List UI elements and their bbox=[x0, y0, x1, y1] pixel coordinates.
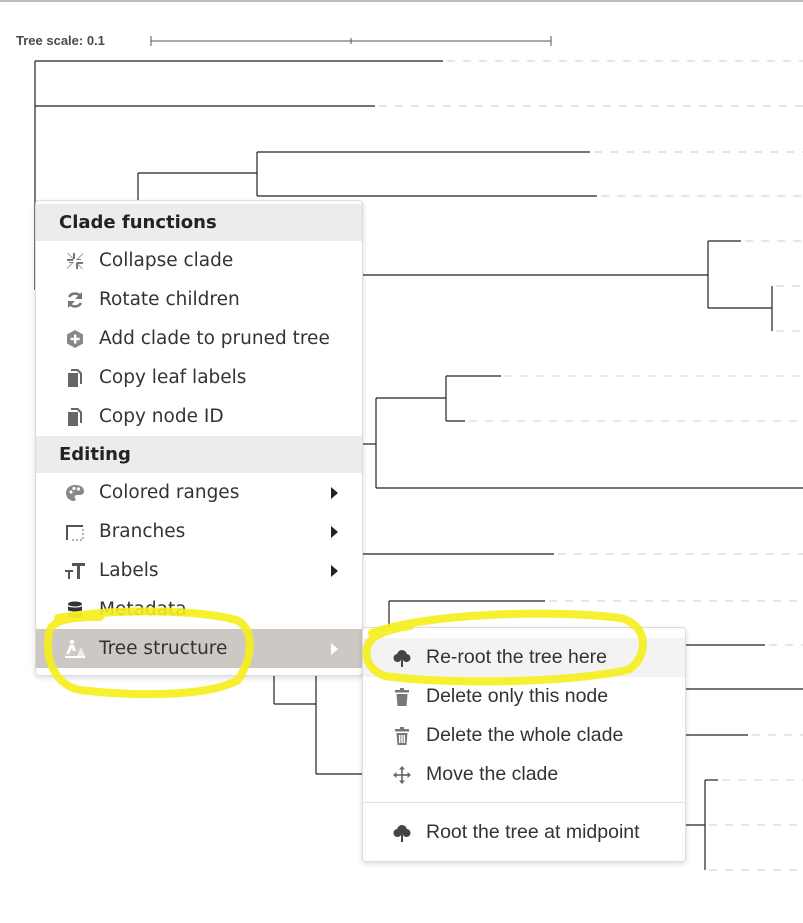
trash-icon bbox=[391, 686, 413, 708]
menu-item-rotate-children[interactable]: Rotate children bbox=[36, 280, 362, 319]
menu-item-label: Collapse clade bbox=[99, 250, 234, 271]
palette-icon bbox=[64, 482, 86, 504]
menu-item-label: Branches bbox=[99, 521, 186, 542]
menu-item-copy-node-id[interactable]: Copy node ID bbox=[36, 397, 362, 436]
submenu-item-move-clade[interactable]: Move the clade bbox=[363, 755, 685, 794]
menu-item-colored-ranges[interactable]: Colored ranges bbox=[36, 473, 362, 512]
rotate-icon bbox=[64, 289, 86, 311]
menu-item-label: Colored ranges bbox=[99, 482, 240, 503]
move-icon bbox=[391, 764, 413, 786]
tree-structure-submenu: Re-root the tree here Delete only this n… bbox=[362, 627, 686, 862]
submenu-item-label: Root the tree at midpoint bbox=[426, 821, 640, 843]
menu-item-collapse-clade[interactable]: Collapse clade bbox=[36, 241, 362, 280]
menu-header-editing: Editing bbox=[36, 436, 362, 473]
collapse-icon bbox=[64, 250, 86, 272]
menu-item-copy-leaf-labels[interactable]: Copy leaf labels bbox=[36, 358, 362, 397]
menu-item-branches[interactable]: Branches bbox=[36, 512, 362, 551]
tree-icon bbox=[391, 822, 413, 844]
submenu-item-label: Move the clade bbox=[426, 763, 559, 785]
menu-header-clade-functions: Clade functions bbox=[36, 204, 362, 241]
submenu-item-delete-clade[interactable]: Delete the whole clade bbox=[363, 716, 685, 755]
menu-item-labels[interactable]: Labels bbox=[36, 551, 362, 590]
menu-item-label: Tree structure bbox=[99, 638, 228, 659]
menu-item-tree-structure[interactable]: Tree structure bbox=[36, 629, 362, 668]
submenu-item-label: Delete the whole clade bbox=[426, 724, 624, 746]
trash-full-icon bbox=[391, 725, 413, 747]
submenu-item-root-at-midpoint[interactable]: Root the tree at midpoint bbox=[363, 813, 685, 852]
submenu-divider bbox=[363, 802, 685, 803]
submenu-item-label: Re-root the tree here bbox=[426, 646, 608, 668]
context-menu: Clade functions Collapse clade Rotate ch… bbox=[35, 200, 363, 676]
menu-item-metadata[interactable]: Metadata bbox=[36, 590, 362, 629]
branches-icon bbox=[64, 521, 86, 543]
copy-icon bbox=[64, 406, 86, 428]
submenu-item-label: Delete only this node bbox=[426, 685, 609, 707]
submenu-arrow-icon bbox=[331, 565, 338, 577]
database-icon bbox=[64, 599, 86, 621]
construction-icon bbox=[64, 638, 86, 660]
submenu-arrow-icon bbox=[331, 526, 338, 538]
submenu-arrow-icon bbox=[331, 487, 338, 499]
copy-icon bbox=[64, 367, 86, 389]
menu-item-add-clade-to-pruned-tree[interactable]: Add clade to pruned tree bbox=[36, 319, 362, 358]
submenu-item-delete-node[interactable]: Delete only this node bbox=[363, 677, 685, 716]
submenu-arrow-icon bbox=[331, 643, 338, 655]
text-icon bbox=[64, 560, 86, 582]
menu-item-label: Labels bbox=[99, 560, 159, 581]
menu-item-label: Metadata bbox=[99, 599, 187, 620]
plus-circle-icon bbox=[64, 328, 86, 350]
menu-item-label: Copy leaf labels bbox=[99, 367, 247, 388]
tree-scale-label: Tree scale: 0.1 bbox=[16, 33, 105, 48]
menu-item-label: Copy node ID bbox=[99, 406, 224, 427]
tree-icon bbox=[391, 647, 413, 669]
scale-bar bbox=[150, 36, 552, 46]
menu-item-label: Rotate children bbox=[99, 289, 240, 310]
submenu-item-reroot-here[interactable]: Re-root the tree here bbox=[363, 638, 685, 677]
menu-item-label: Add clade to pruned tree bbox=[99, 328, 330, 349]
